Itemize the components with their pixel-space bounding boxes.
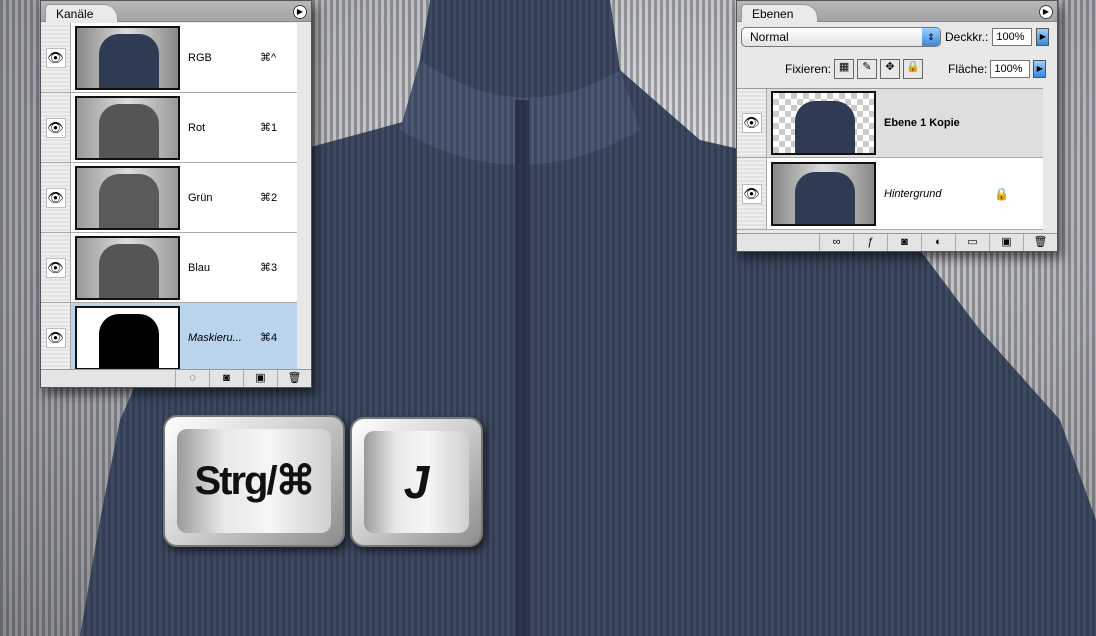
channel-name: Rot bbox=[188, 121, 206, 134]
new-channel-icon[interactable]: ▣ bbox=[243, 370, 277, 387]
tab-channels[interactable]: Kanäle bbox=[45, 4, 119, 22]
lock-icon: 🔒 bbox=[994, 186, 1009, 201]
channel-row[interactable]: 👁 RGB ⌘^ bbox=[41, 23, 297, 93]
channel-name: Blau bbox=[188, 261, 211, 274]
visibility-toggle[interactable]: 👁 bbox=[737, 158, 767, 229]
trash-icon[interactable]: 🗑 bbox=[277, 370, 311, 387]
channel-thumbnail bbox=[75, 95, 180, 160]
channel-row[interactable]: 👁 Blau ⌘3 bbox=[41, 233, 297, 303]
load-channel-as-selection-icon[interactable]: ◌ bbox=[175, 370, 209, 387]
channel-name: Grün bbox=[188, 191, 213, 204]
layer-mask-icon[interactable]: ◙ bbox=[887, 234, 921, 251]
layers-panel: Ebenen▶ Normal⇕ Deckkr.: ▶ Fixieren: ▦ ✎… bbox=[736, 0, 1058, 252]
eye-icon: 👁 bbox=[45, 327, 66, 348]
channel-thumbnail bbox=[75, 25, 180, 90]
channel-shortcut: ⌘4 bbox=[260, 332, 278, 344]
eye-icon: 👁 bbox=[45, 187, 66, 208]
adjustment-layer-icon[interactable]: ◐ bbox=[921, 234, 955, 251]
fill-input[interactable] bbox=[990, 60, 1031, 78]
visibility-toggle[interactable]: 👁 bbox=[41, 23, 71, 92]
channel-row[interactable]: 👁 Maskieru... ⌘4 bbox=[41, 303, 297, 373]
channels-panel: Kanäle ▶ 👁 RGB ⌘^ 👁 Rot ⌘1 👁 Grün ⌘2 👁 Bl… bbox=[40, 0, 312, 388]
channel-thumbnail bbox=[75, 305, 180, 370]
channel-shortcut: ⌘3 bbox=[260, 262, 278, 274]
lock-move-icon[interactable]: ✥ bbox=[880, 59, 901, 79]
new-group-icon[interactable]: ▭ bbox=[955, 234, 989, 251]
eye-icon: 👁 bbox=[45, 117, 66, 138]
layer-style-icon[interactable]: ƒ bbox=[853, 234, 887, 251]
channel-thumbnail bbox=[75, 165, 180, 230]
trash-icon[interactable]: 🗑 bbox=[1023, 234, 1057, 251]
link-icon[interactable]: ∞ bbox=[819, 234, 853, 251]
lock-paint-icon[interactable]: ✎ bbox=[857, 59, 878, 79]
blend-mode-select[interactable]: Normal ⇕ bbox=[741, 27, 941, 47]
fill-slider-button[interactable]: ▶ bbox=[1033, 60, 1047, 78]
eye-icon: 👁 bbox=[741, 113, 762, 133]
visibility-toggle[interactable]: 👁 bbox=[41, 303, 71, 372]
channel-row[interactable]: 👁 Grün ⌘2 bbox=[41, 163, 297, 233]
lock-transparency-icon[interactable]: ▦ bbox=[834, 59, 855, 79]
channel-row[interactable]: 👁 Rot ⌘1 bbox=[41, 93, 297, 163]
channel-name: Maskieru... bbox=[188, 331, 242, 344]
channel-thumbnail bbox=[75, 235, 180, 300]
lock-all-icon[interactable]: 🔒 bbox=[903, 59, 924, 79]
new-layer-icon[interactable]: ▣ bbox=[989, 234, 1023, 251]
channel-shortcut: ⌘1 bbox=[260, 122, 278, 134]
panel-menu-button[interactable]: ▶ bbox=[1039, 5, 1053, 19]
eye-icon: 👁 bbox=[741, 183, 762, 204]
layer-row[interactable]: 👁 Hintergrund 🔒 bbox=[737, 158, 1043, 230]
layer-thumbnail bbox=[771, 161, 876, 226]
opacity-slider-button[interactable]: ▶ bbox=[1036, 28, 1050, 46]
chevron-updown-icon: ⇕ bbox=[922, 28, 940, 46]
eye-icon: 👁 bbox=[45, 257, 66, 278]
key-j: J bbox=[350, 417, 483, 547]
panel-menu-button[interactable]: ▶ bbox=[293, 5, 307, 19]
eye-icon: 👁 bbox=[45, 47, 66, 68]
save-selection-as-channel-icon[interactable]: ◙ bbox=[209, 370, 243, 387]
visibility-toggle[interactable]: 👁 bbox=[41, 93, 71, 162]
key-strg-cmd: Strg/⌘ bbox=[163, 415, 345, 547]
tab-layers[interactable]: Ebenen bbox=[741, 4, 819, 22]
visibility-toggle[interactable]: 👁 bbox=[41, 163, 71, 232]
opacity-input[interactable] bbox=[992, 28, 1033, 46]
visibility-toggle[interactable]: 👁 bbox=[41, 233, 71, 302]
layer-thumbnail bbox=[771, 91, 876, 155]
channel-shortcut: ⌘2 bbox=[260, 192, 278, 204]
channel-shortcut: ⌘^ bbox=[260, 52, 277, 64]
layer-row[interactable]: 👁 Ebene 1 Kopie bbox=[737, 88, 1043, 158]
channel-name: RGB bbox=[188, 51, 212, 64]
visibility-toggle[interactable]: 👁 bbox=[737, 89, 767, 157]
